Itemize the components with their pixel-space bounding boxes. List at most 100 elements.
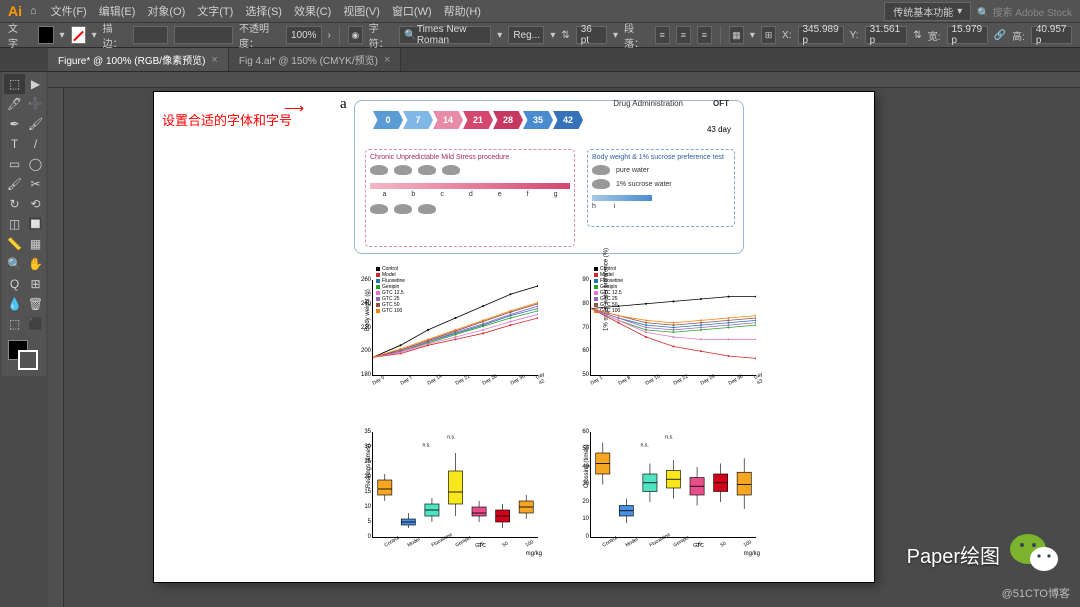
tool-button[interactable]: ✋ <box>25 254 46 274</box>
tool-button[interactable]: ⬛ <box>25 314 46 334</box>
y-field[interactable]: 31.561 p <box>865 26 908 44</box>
tool-button[interactable]: 🔲 <box>25 214 46 234</box>
menu-item[interactable]: 帮助(H) <box>440 4 485 20</box>
height-field[interactable]: 40.957 p <box>1031 26 1072 44</box>
x-label: X: <box>782 30 791 41</box>
tool-button[interactable]: 🗑 <box>25 294 46 314</box>
tool-button[interactable]: 💧 <box>4 294 25 314</box>
wechat-icon <box>1008 531 1062 575</box>
chevron-down-icon[interactable]: ▾ <box>60 30 65 41</box>
width-field[interactable]: 15.979 p <box>947 26 988 44</box>
mouse-icon <box>394 204 412 214</box>
link-icon[interactable]: 🔗 <box>994 30 1006 41</box>
document-tab[interactable]: Figure* @ 100% (RGB/像素预览)× <box>48 48 229 71</box>
tool-button[interactable]: ▶ <box>25 74 46 94</box>
chevron-down-icon[interactable]: ▾ <box>497 30 502 41</box>
tool-button[interactable]: 🔍 <box>4 254 25 274</box>
tool-button[interactable]: 🖊 <box>4 94 25 114</box>
tool-button[interactable]: ⬚ <box>4 314 25 334</box>
tool-button[interactable]: ⬚ <box>4 74 25 94</box>
align-right-button[interactable]: ≡ <box>697 26 712 44</box>
tool-button[interactable]: ➕ <box>25 94 46 114</box>
watermark-text: Paper绘图 <box>907 540 1000 569</box>
menu-item[interactable]: 选择(S) <box>241 4 286 20</box>
tool-button[interactable]: ✒ <box>4 114 25 134</box>
home-icon[interactable]: ⌂ <box>30 5 37 17</box>
timeline-step: 28 <box>493 111 523 129</box>
document-tab[interactable]: Fig 4.ai* @ 150% (CMYK/预览)× <box>229 48 402 71</box>
figure-panel-a: Drug Administration OFT 071421283542 43 … <box>354 100 744 254</box>
tool-button[interactable]: 🖌 <box>25 114 46 134</box>
align-center-button[interactable]: ≡ <box>676 26 691 44</box>
app-logo-icon: Ai <box>8 3 22 19</box>
opacity-label: 不透明度： <box>239 20 280 50</box>
workspace-switcher[interactable]: 传统基本功能 ▾ <box>884 2 971 21</box>
sucrose-labels: hi <box>592 203 730 210</box>
w-label: 宽: <box>928 28 941 43</box>
days-end-label: 43 day <box>707 125 731 134</box>
stroke-swatch[interactable] <box>71 26 86 44</box>
menu-item[interactable]: 窗口(W) <box>388 4 436 20</box>
menu-item[interactable]: 文字(T) <box>193 4 237 20</box>
close-icon[interactable]: × <box>384 54 390 66</box>
timeline-step: 35 <box>523 111 553 129</box>
font-style-field[interactable]: Reg... <box>508 26 544 44</box>
timeline-step: 14 <box>433 111 463 129</box>
tool-button[interactable]: ⟲ <box>25 194 46 214</box>
opacity-field[interactable]: 100% <box>286 26 322 44</box>
stepper-icon[interactable]: ⇅ <box>561 30 569 41</box>
fill-swatch[interactable] <box>38 26 53 44</box>
mouse-icon <box>394 165 412 175</box>
divider <box>720 26 721 44</box>
canvas[interactable]: ⟶ a 设置合适的字体和字号 Drug Administration OFT 0… <box>64 88 1078 599</box>
annotation-text: 设置合适的字体和字号 <box>162 110 292 129</box>
menu-item[interactable]: 对象(O) <box>143 4 189 20</box>
font-size-field[interactable]: 36 pt <box>576 26 607 44</box>
align-panel-button[interactable]: ▦ <box>729 26 744 44</box>
close-icon[interactable]: × <box>211 54 217 66</box>
stroke-weight-field[interactable] <box>133 26 168 44</box>
brush-field[interactable] <box>174 26 233 44</box>
drug-admin-label: Drug Administration <box>613 99 683 108</box>
chevron-down-icon[interactable]: ▾ <box>550 30 555 41</box>
tool-button[interactable]: ⊞ <box>25 274 46 294</box>
tool-button[interactable]: ▭ <box>4 154 25 174</box>
x-field[interactable]: 345.989 p <box>798 26 844 44</box>
gradient-bar <box>370 183 570 189</box>
chart-bodyweight: ControlModelFluoxetineGenipinGTC 12.5GTC… <box>344 270 544 400</box>
sucrose-title: Body weight & 1% sucrose preference test <box>592 154 730 161</box>
divider <box>339 26 340 44</box>
menu-bar: Ai ⌂ 文件(F)编辑(E)对象(O)文字(T)选择(S)效果(C)视图(V)… <box>0 0 1080 22</box>
chevron-down-icon[interactable]: ▾ <box>92 30 97 41</box>
align-left-button[interactable]: ≡ <box>655 26 670 44</box>
artboard[interactable]: ⟶ a 设置合适的字体和字号 Drug Administration OFT 0… <box>154 92 874 582</box>
chevron-right-icon[interactable]: › <box>328 30 331 41</box>
recolor-button[interactable]: ◉ <box>348 26 363 44</box>
chevron-down-icon[interactable]: ▾ <box>750 30 755 41</box>
tool-button[interactable]: ◫ <box>4 214 25 234</box>
chevron-down-icon[interactable]: ▾ <box>613 30 618 41</box>
tool-button[interactable]: ✂ <box>25 174 46 194</box>
fill-stroke-control[interactable] <box>4 338 46 374</box>
stepper-icon[interactable]: ⇅ <box>913 30 921 41</box>
font-family-field[interactable]: 🔍 Times New Roman <box>399 26 491 44</box>
menu-item[interactable]: 效果(C) <box>290 4 335 20</box>
font-label: 字符： <box>369 20 394 50</box>
tool-button[interactable]: ↻ <box>4 194 25 214</box>
tool-button[interactable]: / <box>25 134 46 154</box>
mouse-icon <box>370 204 388 214</box>
oft-label: OFT <box>713 99 729 108</box>
menu-item[interactable]: 编辑(E) <box>95 4 140 20</box>
tool-button[interactable]: 🖌 <box>4 174 25 194</box>
transform-button[interactable]: ⊞ <box>761 26 776 44</box>
tool-button[interactable]: 📏 <box>4 234 25 254</box>
tool-button[interactable]: T <box>4 134 25 154</box>
tool-button[interactable]: Q <box>4 274 25 294</box>
mouse-icon <box>592 179 610 189</box>
search-stock-input[interactable]: 🔍 搜索 Adobe Stock <box>977 4 1072 19</box>
active-tool-label: 文字 <box>8 20 24 50</box>
tool-button[interactable]: ◯ <box>25 154 46 174</box>
menu-item[interactable]: 视图(V) <box>339 4 384 20</box>
menu-item[interactable]: 文件(F) <box>47 4 91 20</box>
tool-button[interactable]: ▦ <box>25 234 46 254</box>
